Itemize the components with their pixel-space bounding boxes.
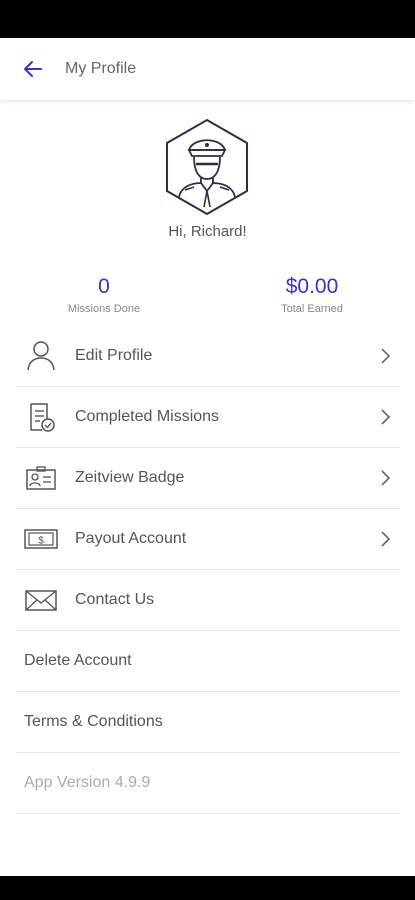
envelope-icon [25, 590, 57, 611]
zeitview-badge-item[interactable]: Zeitview Badge [16, 448, 400, 509]
payout-account-item[interactable]: $ Payout Account [16, 509, 400, 570]
contact-us-item[interactable]: Contact Us [16, 570, 400, 631]
total-earned-label: Total Earned [281, 303, 343, 315]
checklist-icon [30, 403, 55, 432]
zeitview-badge-label: Zeitview Badge [75, 469, 185, 486]
back-button[interactable] [18, 54, 48, 84]
person-icon [27, 341, 55, 371]
greeting-text: Hi, Richard! [168, 223, 247, 240]
svg-text:$: $ [38, 536, 44, 547]
edit-profile-item[interactable]: Edit Profile [16, 326, 400, 387]
missions-done-value: 0 [98, 275, 110, 298]
arrow-left-icon [24, 61, 42, 77]
chevron-right-icon [381, 531, 391, 547]
cash-icon: $ [24, 529, 58, 549]
terms-conditions-label: Terms & Conditions [24, 713, 163, 730]
app-version-label: App Version 4.9.9 [24, 774, 151, 791]
id-badge-icon [26, 466, 56, 490]
pilot-avatar-icon [166, 118, 248, 216]
system-nav-bar [0, 876, 415, 900]
avatar [163, 117, 251, 217]
chevron-right-icon [381, 409, 391, 425]
status-bar [0, 0, 415, 38]
completed-missions-item[interactable]: Completed Missions [16, 387, 400, 448]
app-version-row: App Version 4.9.9 [16, 753, 400, 814]
delete-account-label: Delete Account [24, 652, 132, 669]
chevron-right-icon [381, 348, 391, 364]
payout-account-label: Payout Account [75, 530, 187, 547]
missions-done-stat: 0 Missions Done [29, 275, 179, 315]
chevron-right-icon [381, 470, 391, 486]
terms-conditions-item[interactable]: Terms & Conditions [16, 692, 400, 753]
contact-us-label: Contact Us [75, 591, 155, 608]
app-header: My Profile [0, 38, 415, 101]
page-title: My Profile [65, 60, 137, 77]
edit-profile-label: Edit Profile [75, 347, 153, 364]
missions-done-label: Missions Done [67, 303, 141, 315]
total-earned-stat: $0.00 Total Earned [237, 275, 387, 315]
profile-menu: Edit Profile Completed Missions Zeitview… [16, 326, 400, 814]
total-earned-value: $0.00 [285, 275, 339, 298]
completed-missions-label: Completed Missions [75, 408, 220, 425]
delete-account-item[interactable]: Delete Account [16, 631, 400, 692]
